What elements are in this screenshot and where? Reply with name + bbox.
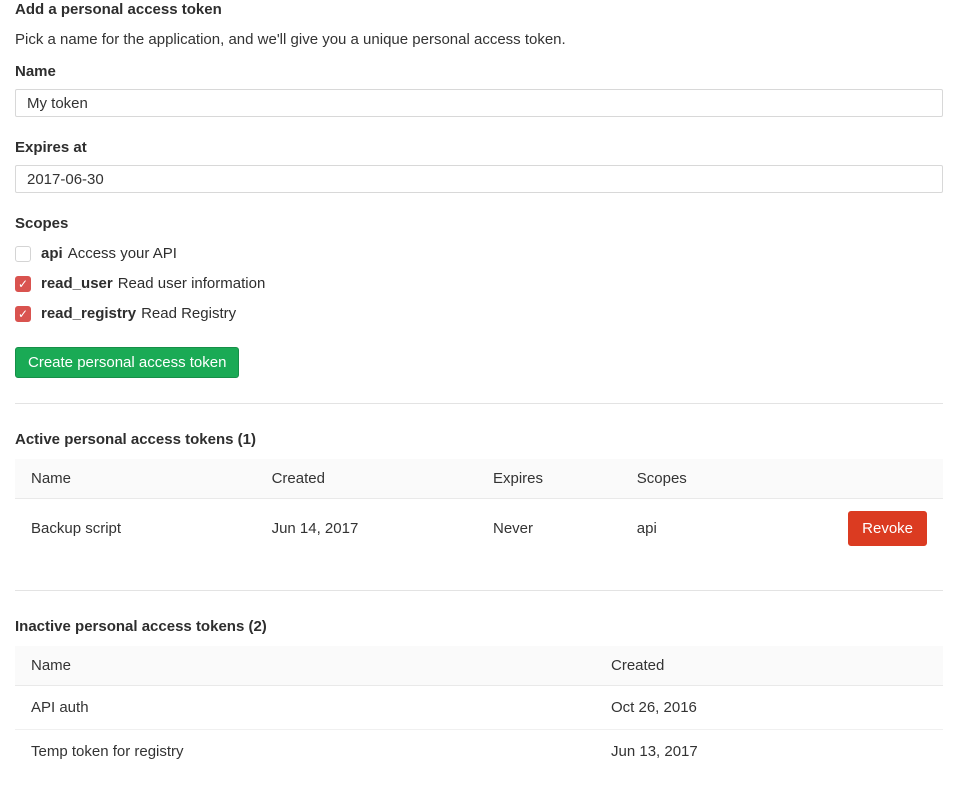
token-created-cell: Oct 26, 2016 <box>595 685 943 729</box>
section-divider <box>15 403 943 404</box>
scope-name: read_registry <box>41 305 136 322</box>
token-expires-cell: Never <box>477 499 621 559</box>
column-header-expires: Expires <box>477 459 621 499</box>
read-registry-checkbox[interactable] <box>15 306 31 322</box>
section-divider <box>15 590 943 591</box>
column-header-name: Name <box>15 646 595 686</box>
scopes-label: Scopes <box>15 215 943 232</box>
expires-label: Expires at <box>15 139 943 156</box>
table-row: API auth Oct 26, 2016 <box>15 685 943 729</box>
column-header-scopes: Scopes <box>621 459 832 499</box>
scope-description: Read Registry <box>141 305 236 322</box>
inactive-table-header-row: Name Created <box>15 646 943 686</box>
name-label: Name <box>15 63 943 80</box>
name-form-group: Name <box>15 63 943 117</box>
scope-description: Access your API <box>68 245 177 262</box>
table-row: Backup script Jun 14, 2017 Never api Rev… <box>15 499 943 559</box>
scope-row-read-user[interactable]: read_user Read user information <box>15 275 943 292</box>
token-name-cell: API auth <box>15 685 595 729</box>
scope-name: read_user <box>41 275 113 292</box>
token-scopes-cell: api <box>621 499 832 559</box>
inactive-tokens-table: Name Created API auth Oct 26, 2016 Temp … <box>15 646 943 773</box>
create-token-button[interactable]: Create personal access token <box>15 347 239 378</box>
column-header-name: Name <box>15 459 256 499</box>
active-tokens-title: Active personal access tokens (1) <box>15 431 943 448</box>
scope-row-read-registry[interactable]: read_registry Read Registry <box>15 305 943 322</box>
token-name-input[interactable] <box>15 89 943 117</box>
add-token-title: Add a personal access token <box>15 1 943 18</box>
table-row: Temp token for registry Jun 13, 2017 <box>15 729 943 773</box>
token-action-cell: Revoke <box>832 499 943 559</box>
revoke-button[interactable]: Revoke <box>848 511 927 546</box>
column-header-created: Created <box>256 459 477 499</box>
token-name-cell: Temp token for registry <box>15 729 595 773</box>
api-checkbox[interactable] <box>15 246 31 262</box>
add-token-description: Pick a name for the application, and we'… <box>15 31 943 48</box>
column-header-actions <box>832 459 943 499</box>
read-user-checkbox[interactable] <box>15 276 31 292</box>
token-name-cell: Backup script <box>15 499 256 559</box>
token-created-cell: Jun 13, 2017 <box>595 729 943 773</box>
scope-name: api <box>41 245 63 262</box>
active-table-header-row: Name Created Expires Scopes <box>15 459 943 499</box>
active-tokens-table: Name Created Expires Scopes Backup scrip… <box>15 459 943 559</box>
scope-row-api[interactable]: api Access your API <box>15 245 943 262</box>
personal-access-tokens-page: Add a personal access token Pick a name … <box>0 0 959 773</box>
scope-description: Read user information <box>118 275 266 292</box>
expires-form-group: Expires at <box>15 139 943 193</box>
expires-at-input[interactable] <box>15 165 943 193</box>
token-created-cell: Jun 14, 2017 <box>256 499 477 559</box>
column-header-created: Created <box>595 646 943 686</box>
scopes-group: Scopes api Access your API read_user Rea… <box>15 215 943 322</box>
inactive-tokens-title: Inactive personal access tokens (2) <box>15 618 943 635</box>
